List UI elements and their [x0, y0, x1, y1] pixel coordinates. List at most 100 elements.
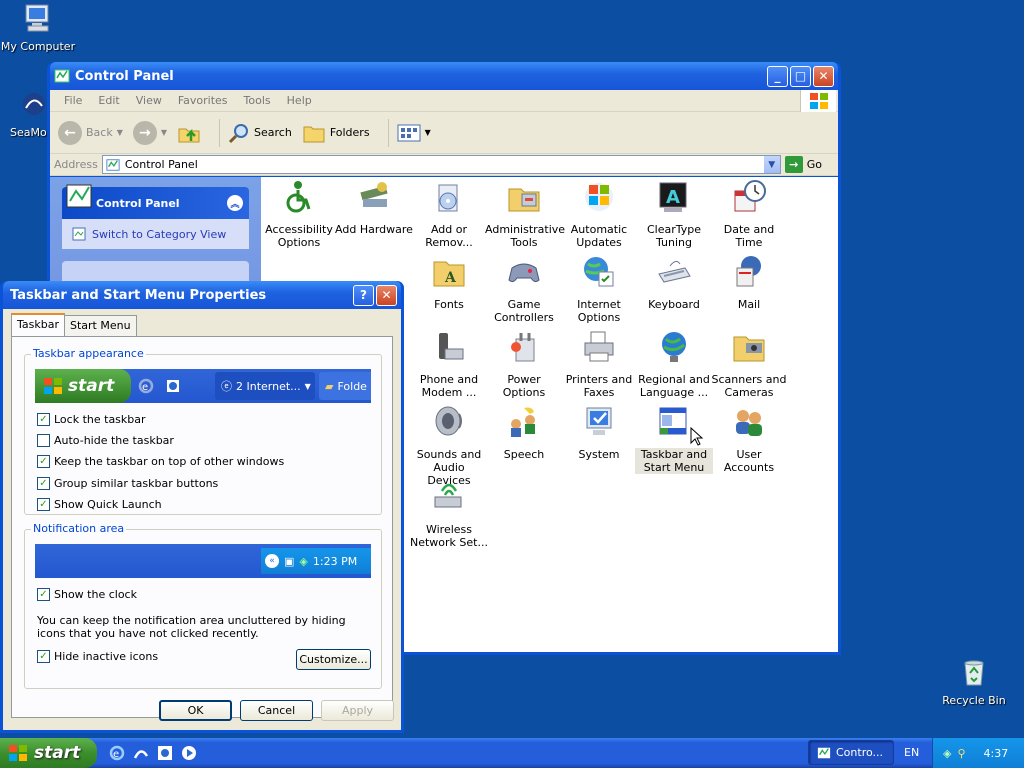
group-buttons-checkbox[interactable]: ✓ Group similar taskbar buttons	[37, 477, 218, 490]
tray-clock[interactable]: 4:37	[984, 747, 1009, 760]
item-cleartype-tuning[interactable]: A ClearType Tuning	[635, 179, 713, 249]
item-label: Power Options	[502, 373, 546, 399]
menu-favorites[interactable]: Favorites	[170, 94, 236, 107]
item-mail[interactable]: Mail	[710, 254, 788, 311]
folders-button[interactable]: Folders	[302, 122, 370, 144]
ok-button[interactable]: OK	[159, 700, 232, 721]
accessibility-icon	[286, 181, 311, 213]
item-add-hardware[interactable]: Add Hardware	[335, 179, 413, 236]
item-phone-and-modem[interactable]: Phone and Modem ...	[410, 329, 488, 399]
menu-edit[interactable]: Edit	[90, 94, 127, 107]
apply-button[interactable]: Apply	[321, 700, 394, 721]
switch-view-label: Switch to Category View	[92, 227, 227, 241]
taskbar-properties-dialog[interactable]: Taskbar and Start Menu Properties ? ✕ Ta…	[0, 281, 404, 733]
tab-start-menu[interactable]: Start Menu	[64, 315, 137, 336]
switch-view-link[interactable]: Switch to Category View	[62, 219, 249, 249]
item-add-remove-programs[interactable]: Add or Remov...	[410, 179, 488, 249]
search-icon[interactable]: ⚲	[957, 747, 965, 760]
item-date-and-time[interactable]: Date and Time	[710, 179, 788, 249]
forward-button[interactable]: → ▼	[132, 120, 167, 145]
desktop-icon-seamonkey[interactable]: SeaMo	[0, 88, 50, 139]
auto-hide-checkbox[interactable]: Auto-hide the taskbar	[37, 434, 174, 447]
preview-task-internet: ⓔ 2 Internet... ▼	[215, 372, 315, 400]
menu-view[interactable]: View	[128, 94, 170, 107]
ie-icon[interactable]: e	[108, 744, 126, 762]
network-icon[interactable]: ◈	[943, 747, 951, 760]
item-keyboard[interactable]: Keyboard	[635, 254, 713, 311]
gamepad-icon	[508, 263, 540, 283]
item-label: Keyboard	[648, 298, 700, 311]
lock-taskbar-checkbox[interactable]: ✓ Lock the taskbar	[37, 413, 146, 426]
notification-area-legend: Notification area	[31, 522, 127, 535]
back-button[interactable]: ← Back ▼	[58, 120, 123, 145]
hide-inactive-checkbox[interactable]: ✓ Hide inactive icons	[37, 650, 158, 663]
item-scanners-and-cameras[interactable]: Scanners and Cameras	[710, 329, 788, 399]
notification-description: You can keep the notification area unclu…	[37, 614, 346, 640]
item-label: Administrative Tools	[485, 223, 566, 249]
svg-text:A: A	[666, 187, 680, 208]
start-button[interactable]: start	[0, 738, 97, 768]
views-button[interactable]: ▼	[397, 123, 431, 143]
item-sounds-and-audio[interactable]: Sounds and Audio Devices	[410, 404, 488, 487]
keep-on-top-checkbox[interactable]: ✓ Keep the taskbar on top of other window…	[37, 455, 284, 468]
language-indicator[interactable]: EN	[904, 746, 919, 759]
item-fonts[interactable]: A Fonts	[410, 254, 488, 311]
item-speech[interactable]: Speech	[485, 404, 563, 461]
item-label: System	[578, 448, 620, 461]
go-button[interactable]: → Go	[784, 156, 834, 173]
show-clock-checkbox[interactable]: ✓ Show the clock	[37, 588, 137, 601]
search-button[interactable]: Search	[228, 122, 292, 144]
desktop-icon-my-computer[interactable]: My Computer	[0, 2, 78, 53]
system-tray: ◈ ⚲ 4:37	[932, 738, 1024, 768]
taskbar-button-control-panel[interactable]: Contro...	[808, 740, 894, 765]
taskbar-appearance-group: Taskbar appearance start e ⓔ 2 Internet..…	[24, 347, 382, 515]
control-panel-titlebar[interactable]: Control Panel _ □ ✕	[50, 62, 838, 90]
checkbox-box	[37, 434, 50, 447]
outlook-icon[interactable]	[156, 744, 174, 762]
item-automatic-updates[interactable]: Automatic Updates	[560, 179, 638, 249]
toolbar-separator	[219, 118, 221, 147]
item-user-accounts[interactable]: User Accounts	[710, 404, 788, 474]
item-internet-options[interactable]: Internet Options	[560, 254, 638, 324]
menu-help[interactable]: Help	[279, 94, 320, 107]
minimize-button[interactable]: _	[767, 65, 788, 87]
close-button[interactable]: ✕	[813, 65, 834, 87]
control-panel-icon	[817, 747, 831, 758]
menu-tools[interactable]: Tools	[236, 94, 279, 107]
customize-button[interactable]: Customize...	[296, 649, 371, 670]
toolbar-separator	[387, 118, 389, 147]
category-view-icon	[72, 227, 86, 241]
cancel-button[interactable]: Cancel	[240, 700, 313, 721]
item-game-controllers[interactable]: Game Controllers	[485, 254, 563, 324]
speech-icon	[511, 407, 535, 437]
menu-file[interactable]: File	[56, 94, 90, 107]
dialog-titlebar[interactable]: Taskbar and Start Menu Properties ? ✕	[3, 281, 401, 309]
cleartype-icon: A	[659, 182, 687, 212]
seamonkey-icon[interactable]	[132, 744, 150, 762]
maximize-button[interactable]: □	[790, 65, 811, 87]
desktop-icon-recycle-bin[interactable]: Recycle Bin	[934, 656, 1014, 707]
folders-icon	[303, 126, 325, 142]
address-input[interactable]: Control Panel ▼	[101, 155, 781, 174]
network-activity-icon: ◈	[299, 554, 308, 568]
item-system[interactable]: System	[560, 404, 638, 461]
item-administrative-tools[interactable]: Administrative Tools	[485, 179, 566, 249]
item-wireless-network-setup[interactable]: Wireless Network Set...	[410, 479, 488, 549]
item-accessibility-options[interactable]: Accessibility Options	[260, 179, 338, 249]
item-label: ClearType Tuning	[646, 223, 702, 249]
help-button[interactable]: ?	[353, 284, 374, 306]
quick-launch-checkbox[interactable]: ✓ Show Quick Launch	[37, 498, 162, 511]
control-panel-task-header[interactable]: Control Panel ︽	[62, 184, 249, 219]
dialog-close-button[interactable]: ✕	[376, 284, 397, 306]
item-printers-and-faxes[interactable]: Printers and Faxes	[560, 329, 638, 399]
up-button[interactable]	[177, 121, 201, 145]
item-power-options[interactable]: Power Options	[485, 329, 563, 399]
collapse-chevron-icon[interactable]: ︽	[227, 195, 243, 211]
search-label: Search	[254, 126, 292, 139]
checkbox-box: ✓	[37, 650, 50, 663]
address-dropdown-button[interactable]: ▼	[763, 156, 780, 173]
media-player-icon[interactable]	[180, 744, 198, 762]
notification-preview: « ▣ ◈ 1:23 PM	[35, 544, 371, 578]
item-regional-and-language[interactable]: Regional and Language ...	[635, 329, 713, 399]
tab-taskbar[interactable]: Taskbar	[11, 313, 65, 336]
